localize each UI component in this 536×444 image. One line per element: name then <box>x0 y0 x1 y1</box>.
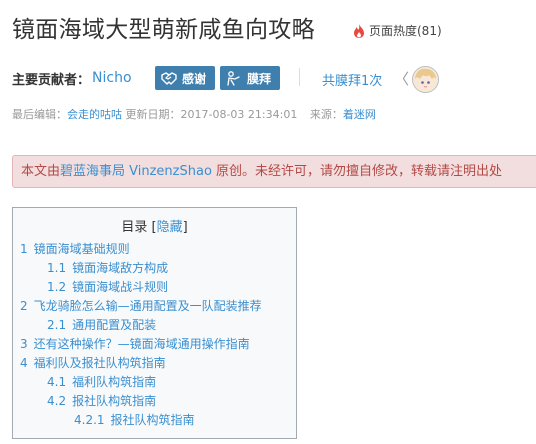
toc-toggle-close: ] <box>182 220 188 235</box>
editor-link[interactable]: 会走的咕咕 <box>67 108 122 121</box>
worship-count[interactable]: 共膜拜1次 <box>322 70 382 89</box>
thank-button[interactable]: 感谢 <box>155 66 215 90</box>
contributors-label: 主要贡献者： <box>12 72 91 88</box>
toc-item-text: 镜面海域战斗规则 <box>72 280 169 294</box>
copyright-notice: 本文由碧蓝海事局 VinzenzShao 原创。未经许可，请勿擅自修改，转载请注… <box>12 155 536 188</box>
toc-item[interactable]: 4.1 福利队构筑指南 <box>47 373 156 390</box>
toc-item-number: 1.1 <box>47 261 67 275</box>
toc-item-text: 福利队及报社队构筑指南 <box>33 356 166 370</box>
worship-person-icon <box>227 70 240 86</box>
toc-item-number: 4.2.1 <box>74 413 105 427</box>
avatar[interactable] <box>412 66 439 93</box>
notice-author-link[interactable]: 碧蓝海事局 VinzenzShao <box>60 164 212 179</box>
toc-item-text: 报社队构筑指南 <box>110 413 195 427</box>
page-heat: 页面热度(81) <box>353 22 442 39</box>
divider <box>299 68 300 86</box>
contributor-link[interactable]: Nicho <box>92 70 132 86</box>
flame-icon <box>354 23 364 38</box>
toc-title: 目录 <box>121 220 148 235</box>
toc-item[interactable]: 1.2 镜面海域战斗规则 <box>47 278 168 295</box>
thank-button-label: 感谢 <box>182 71 207 86</box>
toc-item[interactable]: 1 镜面海域基础规则 <box>20 240 130 257</box>
toc-item-text: 通用配置及配装 <box>72 318 157 332</box>
toc-item[interactable]: 4.2 报社队构筑指南 <box>47 392 156 409</box>
toc-item[interactable]: 4 福利队及报社队构筑指南 <box>20 354 166 371</box>
toc-item[interactable]: 2 飞龙骑脸怎么输—通用配置及一队配装推荐 <box>20 297 262 314</box>
toc-item-text: 还有这种操作？—镜面海域通用操作指南 <box>33 337 250 351</box>
toc-item[interactable]: 3 还有这种操作？—镜面海域通用操作指南 <box>20 335 250 352</box>
toc-header: 目录 [隐藏] <box>13 216 296 235</box>
toc-item-text: 飞龙骑脸怎么输—通用配置及一队配装推荐 <box>33 299 262 313</box>
handshake-icon <box>161 72 177 85</box>
heat-label: 页面热度(81) <box>369 24 442 38</box>
page-title: 镜面海域大型萌新咸鱼向攻略 <box>12 17 315 43</box>
update-date: 更新日期：2017-08-03 21:34:01 <box>122 108 298 121</box>
toc-item-number: 4 <box>20 356 28 370</box>
toc-item-number: 2.1 <box>47 318 67 332</box>
toc-item-number: 1 <box>20 242 28 256</box>
toc-item[interactable]: 4.2.1 报社队构筑指南 <box>74 411 195 428</box>
toc-item-number: 4.2 <box>47 394 67 408</box>
worship-button[interactable]: 膜拜 <box>220 66 280 90</box>
edit-meta: 最后编辑：会走的咕咕 更新日期：2017-08-03 21:34:01 来源：着… <box>12 106 376 122</box>
toc-item-text: 镜面海域敌方构成 <box>72 261 169 275</box>
source-link[interactable]: 着迷网 <box>343 108 376 121</box>
toc-item-number: 3 <box>20 337 28 351</box>
edited-label: 最后编辑： <box>12 108 67 121</box>
toc-item-number: 1.2 <box>47 280 67 294</box>
chevron-left-icon[interactable]: 〈 <box>394 68 409 89</box>
toc-item-number: 4.1 <box>47 375 67 389</box>
source-label: 来源： <box>309 108 343 121</box>
toc-item-number: 2 <box>20 299 28 313</box>
toc-item-text: 福利队构筑指南 <box>72 375 157 389</box>
worship-button-label: 膜拜 <box>247 71 272 86</box>
toc-item[interactable]: 2.1 通用配置及配装 <box>47 316 156 333</box>
notice-prefix: 本文由 <box>21 164 61 179</box>
toc-item-text: 镜面海域基础规则 <box>33 242 130 256</box>
toc-item[interactable]: 1.1 镜面海域敌方构成 <box>47 259 168 276</box>
contributors: 主要贡献者： Nicho <box>12 66 132 90</box>
toc-hide-toggle[interactable]: 隐藏 <box>157 220 183 235</box>
toc-item-text: 报社队构筑指南 <box>72 394 157 408</box>
notice-suffix: 原创。未经许可，请勿擅自修改，转载请注明出处 <box>211 164 503 179</box>
table-of-contents: 目录 [隐藏] 1 镜面海域基础规则 1.1 镜面海域敌方构成 1.2 镜面海域战斗规… <box>12 207 297 439</box>
